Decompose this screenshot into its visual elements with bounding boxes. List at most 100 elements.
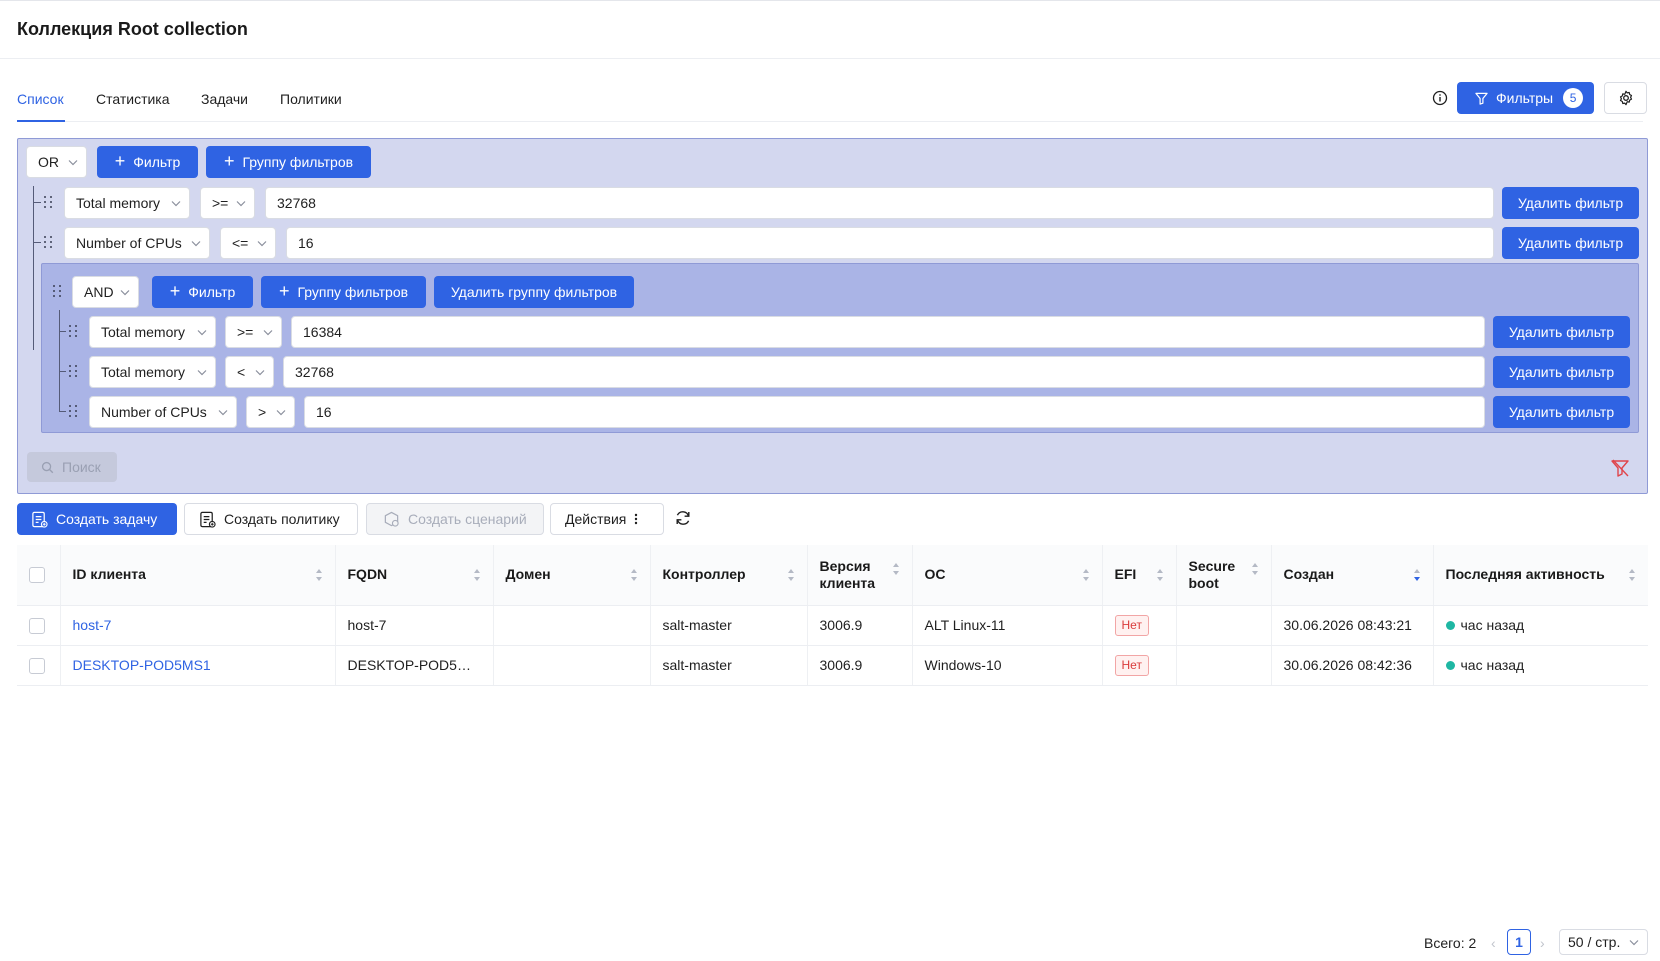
drag-handle-icon[interactable] — [68, 324, 80, 338]
column-header-controller[interactable]: Контроллер — [650, 545, 808, 606]
client-id-cell: DESKTOP-POD5MS1 — [60, 645, 336, 686]
root-logic-select[interactable]: OR — [26, 146, 87, 178]
table-row: host-7 host-7 salt-master 3006.9 ALT Lin… — [17, 605, 1648, 646]
row-checkbox[interactable] — [29, 617, 45, 634]
chevron-down-icon — [191, 241, 201, 247]
delete-filter-group-button[interactable]: Удалить группу фильтров — [434, 276, 634, 308]
page-size-select[interactable]: 50 / стр. — [1559, 929, 1648, 955]
filter-field-select[interactable]: Total memory — [89, 356, 216, 388]
tab-tasks[interactable]: Задачи — [201, 91, 248, 107]
filter-field-value: Number of CPUs — [101, 404, 207, 420]
table-row: DESKTOP-POD5MS1 DESKTOP-POD5MS1 salt-mas… — [17, 645, 1648, 686]
client-id-link[interactable]: DESKTOP-POD5MS1 — [73, 657, 211, 673]
create-policy-button[interactable]: Создать политику — [184, 503, 358, 535]
filter-operator-select[interactable]: >= — [200, 187, 255, 219]
filter-operator-select[interactable]: <= — [220, 227, 276, 259]
filter-field-select[interactable]: Total memory — [64, 187, 190, 219]
sort-icon[interactable] — [1251, 561, 1259, 577]
pagination-prev-icon[interactable]: ‹ — [1491, 935, 1496, 951]
sort-icon[interactable] — [473, 567, 481, 583]
column-header-client-id[interactable]: ID клиента — [60, 545, 336, 606]
filter-value-input[interactable]: 16 — [304, 396, 1485, 428]
sort-icon[interactable] — [315, 567, 323, 583]
page-header: Коллекция Root collection — [0, 1, 1660, 59]
filter-operator-select[interactable]: > — [246, 396, 295, 428]
delete-filter-button[interactable]: Удалить фильтр — [1493, 316, 1630, 348]
filter-field-select[interactable]: Number of CPUs — [64, 227, 210, 259]
tab-list[interactable]: Список — [17, 91, 64, 107]
filter-operator-value: >= — [237, 324, 254, 340]
filter-value-input[interactable]: 16 — [286, 227, 1494, 259]
group-logic-select[interactable]: AND — [72, 276, 139, 308]
drag-handle-icon[interactable] — [52, 284, 64, 298]
drag-handle-icon[interactable] — [43, 195, 55, 209]
controller-cell: salt-master — [650, 605, 808, 646]
column-header-domain[interactable]: Домен — [493, 545, 651, 606]
filter-value-input[interactable]: 32768 — [283, 356, 1485, 388]
delete-filter-button[interactable]: Удалить фильтр — [1502, 187, 1639, 219]
plus-icon: + — [169, 281, 181, 301]
drag-handle-icon[interactable] — [68, 404, 80, 418]
drag-handle-icon[interactable] — [43, 235, 55, 249]
column-header-os[interactable]: ОС — [912, 545, 1103, 606]
filters-button[interactable]: Фильтры 5 — [1457, 82, 1594, 114]
column-header-label: Последняя активность — [1445, 566, 1605, 583]
tab-policies[interactable]: Политики — [280, 91, 342, 107]
column-header-created[interactable]: Создан — [1271, 545, 1434, 606]
create-scenario-button[interactable]: Создать сценарий — [366, 503, 544, 535]
filter-value-input[interactable]: 32768 — [265, 187, 1494, 219]
search-icon — [41, 461, 54, 473]
sort-icon[interactable] — [892, 561, 900, 577]
filter-field-select[interactable]: Total memory — [89, 316, 216, 348]
column-header-label: Создан — [1283, 566, 1335, 583]
select-all-checkbox[interactable] — [29, 567, 45, 584]
pagination-page[interactable]: 1 — [1507, 929, 1531, 955]
column-header-fqdn[interactable]: FQDN — [335, 545, 494, 606]
client-id-link[interactable]: host-7 — [73, 617, 112, 633]
created-cell: 30.06.2026 08:42:36 — [1271, 645, 1434, 686]
column-header-client-version[interactable]: Версия клиента — [807, 545, 913, 606]
drag-handle-icon[interactable] — [68, 364, 80, 378]
info-icon[interactable] — [1432, 90, 1448, 106]
filter-operator-select[interactable]: >= — [225, 316, 282, 348]
column-header-label: Контроллер — [662, 566, 746, 583]
chevron-down-icon — [197, 330, 207, 336]
clear-filters-icon[interactable] — [1610, 458, 1630, 478]
tab-statistics[interactable]: Статистика — [96, 91, 170, 107]
chevron-down-icon — [120, 290, 130, 296]
chevron-down-icon — [171, 201, 181, 207]
plus-icon: + — [278, 281, 290, 301]
delete-filter-button[interactable]: Удалить фильтр — [1493, 396, 1630, 428]
chevron-down-icon — [276, 410, 286, 416]
pagination-total: Всего: 2 — [1424, 935, 1477, 951]
sort-icon[interactable] — [1082, 567, 1090, 583]
add-filter-group-button[interactable]: + Группу фильтров — [206, 146, 371, 178]
sort-icon[interactable] — [1156, 567, 1164, 583]
gear-icon — [1619, 90, 1632, 106]
sort-descending-icon[interactable] — [1413, 567, 1421, 583]
group-add-filter-button[interactable]: + Фильтр — [152, 276, 253, 308]
column-header-label: Домен — [505, 566, 551, 583]
settings-button[interactable] — [1604, 82, 1647, 114]
pagination-next-icon[interactable]: › — [1540, 935, 1545, 951]
search-button[interactable]: Поиск — [27, 452, 117, 482]
group-add-filter-group-button[interactable]: + Группу фильтров — [261, 276, 426, 308]
column-header-label: Версия клиента — [819, 557, 876, 591]
sort-icon[interactable] — [630, 567, 638, 583]
sort-icon[interactable] — [787, 567, 795, 583]
policy-list-icon — [200, 511, 216, 528]
delete-filter-button[interactable]: Удалить фильтр — [1493, 356, 1630, 388]
sort-icon[interactable] — [1628, 567, 1636, 583]
filter-operator-select[interactable]: < — [225, 356, 274, 388]
filter-field-select[interactable]: Number of CPUs — [89, 396, 237, 428]
filter-value-input[interactable]: 16384 — [291, 316, 1485, 348]
column-header-secure-boot[interactable]: Secure boot — [1176, 545, 1272, 606]
actions-menu-button[interactable]: Действия — [550, 503, 664, 535]
delete-filter-button[interactable]: Удалить фильтр — [1502, 227, 1639, 259]
refresh-icon[interactable] — [674, 509, 692, 527]
row-checkbox[interactable] — [29, 657, 45, 674]
column-header-efi[interactable]: EFI — [1102, 545, 1177, 606]
create-task-button[interactable]: Создать задачу — [17, 503, 177, 535]
column-header-last-activity[interactable]: Последняя активность — [1433, 545, 1648, 606]
add-filter-button[interactable]: + Фильтр — [97, 146, 198, 178]
